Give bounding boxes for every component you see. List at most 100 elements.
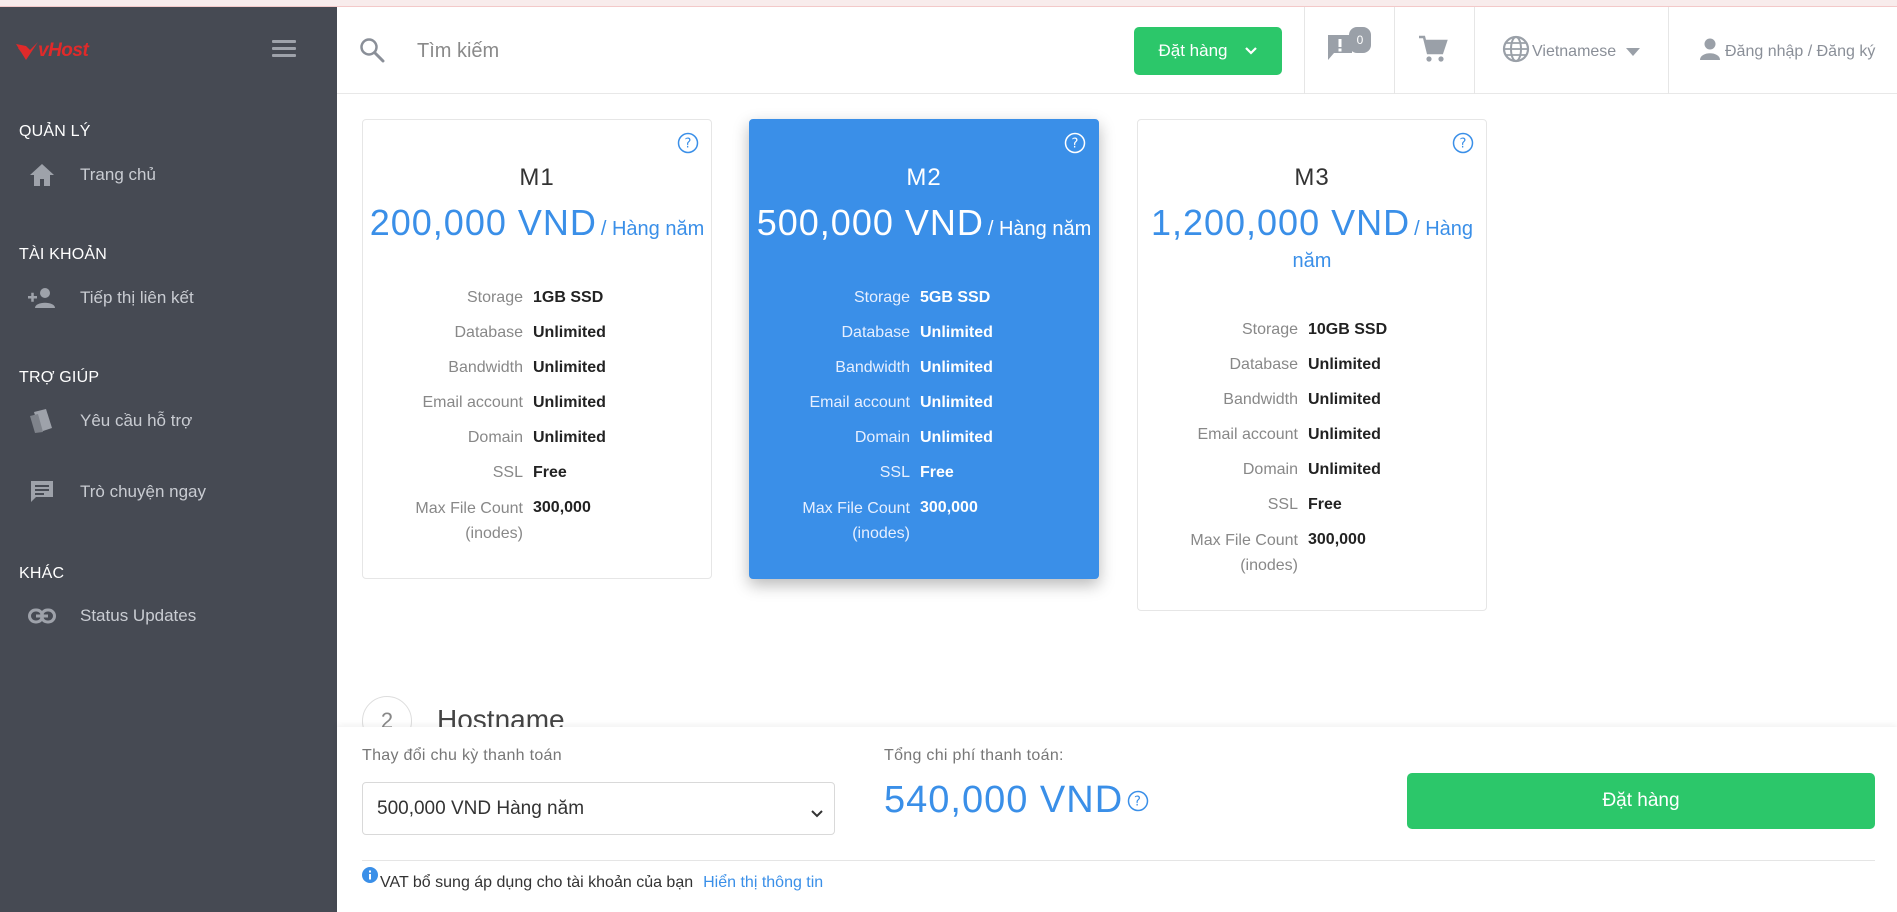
- spec-row: Bandwidth Unlimited: [448, 359, 606, 376]
- language-label: Vietnamese: [1532, 42, 1617, 60]
- section-title-help: TRỢ GIÚP: [19, 369, 100, 386]
- sidebar-item-label: Tiếp thị liên kết: [80, 288, 194, 307]
- plan-name: M1: [519, 164, 555, 191]
- globe-icon: [1502, 35, 1530, 68]
- plan-price-amount: 1,200,000 VND: [1150, 202, 1411, 243]
- plan-price: 500,000 VND / Hàng năm: [750, 205, 1098, 246]
- logo[interactable]: vHost: [14, 38, 89, 64]
- order-button-label: Đặt hàng: [1158, 41, 1228, 60]
- plan-price-period: / Hàng năm: [987, 218, 1092, 240]
- plan-price: 1,200,000 VND / Hàng năm: [1138, 205, 1486, 278]
- spec-row: Database Unlimited: [841, 324, 993, 341]
- plan-card-m1[interactable]: ? M1 200,000 VND / Hàng năm Storage 1GB SS…: [362, 119, 712, 579]
- spec-row: Storage 5GB SSD: [853, 289, 991, 306]
- vat-text: VAT bổ sung áp dụng cho tài khoản của bạ…: [380, 873, 694, 891]
- help-icon[interactable]: ?: [677, 132, 699, 159]
- spec-row: Domain Unlimited: [467, 429, 606, 446]
- svg-text:?: ?: [685, 137, 692, 152]
- home-icon: [26, 159, 58, 191]
- plan-specs: Storage 1GB SSD Database Unlimited Bandwid…: [363, 286, 711, 578]
- header-divider: [1474, 7, 1475, 94]
- spec-row: Email account Unlimited: [422, 394, 606, 411]
- spec-row: Max File Count (inodes) 300,000: [415, 499, 591, 542]
- spec-row: Domain Unlimited: [1242, 461, 1381, 478]
- sidebar-item-affiliate[interactable]: Tiếp thị liên kết: [26, 278, 316, 318]
- spec-row: Bandwidth Unlimited: [1223, 391, 1381, 408]
- sidebar-item-label: Yêu cầu hỗ trợ: [80, 411, 193, 430]
- plan-card-m2[interactable]: ? M2 500,000 VND / Hàng năm Storage 5GB SS…: [749, 119, 1099, 579]
- checkout-button[interactable]: Đặt hàng: [1407, 773, 1875, 829]
- spec-row: SSL Free: [1267, 496, 1342, 513]
- spec-row: Domain Unlimited: [854, 429, 993, 446]
- search-icon[interactable]: [359, 37, 385, 68]
- cart-icon[interactable]: [1418, 35, 1448, 68]
- total-label: Tổng chi phí thanh toán:: [884, 747, 1064, 764]
- spec-row: Database Unlimited: [1229, 356, 1381, 373]
- plan-price: 200,000 VND / Hàng năm: [363, 205, 711, 246]
- top-border: [0, 0, 1897, 7]
- svg-text:?: ?: [1072, 137, 1079, 152]
- sidebar-item-label: Status Updates: [80, 606, 197, 625]
- sidebar-item-chat[interactable]: Trò chuyện ngay: [26, 472, 316, 512]
- billing-cycle-value: 500,000 VND Hàng năm: [377, 797, 585, 819]
- vat-notice: VAT bổ sung áp dụng cho tài khoản của bạ…: [362, 867, 823, 893]
- svg-text:?: ?: [1134, 795, 1142, 810]
- help-icon[interactable]: ?: [1452, 132, 1474, 159]
- spec-row: Bandwidth Unlimited: [835, 359, 993, 376]
- spec-row: Max File Count (inodes) 300,000: [1190, 531, 1366, 574]
- link-icon: [26, 600, 58, 632]
- sidebar-item-home[interactable]: Trang chủ: [26, 155, 316, 195]
- plan-specs: Storage 10GB SSD Database Unlimited Bandwi…: [1138, 318, 1486, 610]
- spec-row: SSL Free: [492, 464, 567, 481]
- user-plus-icon: [26, 282, 58, 314]
- checkout-bar: Thay đổi chu kỳ thanh toán 500,000 VND H…: [337, 727, 1897, 912]
- spec-row: Storage 10GB SSD: [1241, 321, 1388, 338]
- divider: [362, 860, 1875, 861]
- help-icon[interactable]: ?: [1064, 132, 1086, 159]
- search-input[interactable]: [417, 33, 1017, 69]
- sidebar-item-support-ticket[interactable]: Yêu cầu hỗ trợ: [26, 401, 316, 441]
- logo-text: vHost: [38, 40, 89, 61]
- header-divider: [1668, 7, 1669, 94]
- header-divider: [1394, 7, 1395, 94]
- user-icon: [1699, 37, 1721, 66]
- logo-mark-icon: [16, 42, 38, 60]
- sidebar-item-label: Trang chủ: [80, 165, 156, 184]
- spec-row: Storage 1GB SSD: [466, 289, 604, 306]
- plan-specs: Storage 5GB SSD Database Unlimited Bandwid…: [750, 286, 1098, 578]
- total-value-row: 540,000 VND ?: [884, 779, 1149, 822]
- plan-name: M2: [906, 164, 942, 191]
- svg-text:?: ?: [1460, 137, 1467, 152]
- sidebar-item-status-updates[interactable]: Status Updates: [26, 596, 316, 636]
- notification-badge: 0: [1349, 27, 1371, 53]
- section-title-other: KHÁC: [19, 565, 65, 582]
- info-icon: [362, 867, 378, 888]
- plan-price-amount: 200,000 VND: [369, 202, 597, 243]
- plan-price-period: / Hàng năm: [600, 218, 705, 240]
- spec-row: SSL Free: [879, 464, 954, 481]
- sidebar-item-label: Trò chuyện ngay: [80, 482, 206, 501]
- menu-toggle-icon[interactable]: [272, 40, 296, 60]
- billing-cycle-select[interactable]: 500,000 VND Hàng năm: [362, 782, 835, 835]
- header-divider: [1304, 7, 1305, 94]
- chat-icon: [26, 476, 58, 508]
- plan-card-m3[interactable]: ? M3 1,200,000 VND / Hàng năm Storage 10GB…: [1137, 119, 1487, 611]
- billing-cycle-label: Thay đổi chu kỳ thanh toán: [362, 747, 562, 764]
- order-dropdown-button[interactable]: Đặt hàng: [1134, 27, 1282, 75]
- help-icon[interactable]: ?: [1127, 779, 1149, 822]
- spec-row: Email account Unlimited: [1197, 426, 1381, 443]
- spec-row: Max File Count (inodes) 300,000: [802, 499, 978, 542]
- sidebar: vHost QUẢN LÝ Trang chủ TÀI KHOẢN Tiếp t…: [0, 0, 337, 912]
- section-title-account: TÀI KHOẢN: [19, 246, 108, 263]
- caret-down-icon: [1626, 43, 1641, 61]
- plan-name: M3: [1294, 164, 1330, 191]
- spec-row: Database Unlimited: [454, 324, 606, 341]
- chevron-down-icon: [1244, 41, 1258, 61]
- show-info-link[interactable]: Hiển thị thông tin: [703, 874, 823, 892]
- ticket-icon: [26, 405, 58, 437]
- chevron-down-icon: [810, 803, 824, 825]
- language-selector[interactable]: Vietnamese: [1502, 35, 1641, 68]
- section-title-manage: QUẢN LÝ: [19, 123, 91, 140]
- login-register-link[interactable]: Đăng nhập / Đăng ký: [1699, 37, 1875, 66]
- top-header: Đặt hàng 0 Vietnamese Đăng nhập / Đăng k…: [337, 7, 1897, 94]
